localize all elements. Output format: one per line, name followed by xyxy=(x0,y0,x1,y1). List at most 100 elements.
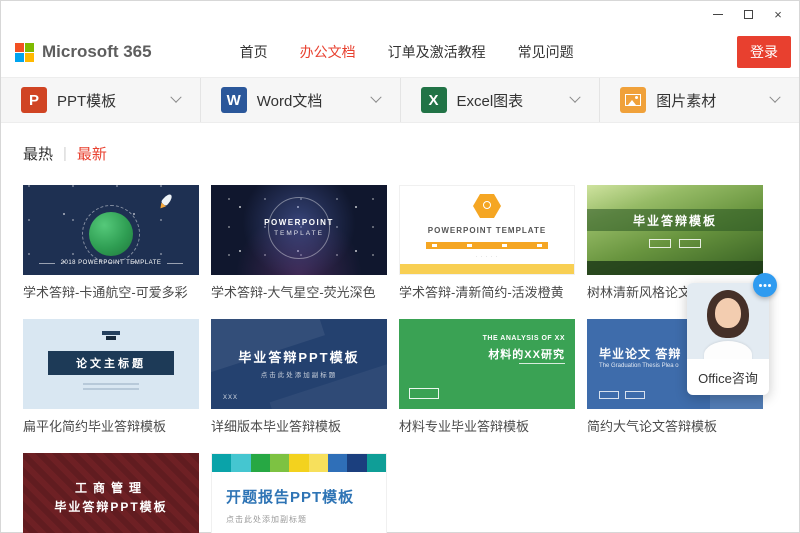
template-thumbnail[interactable]: 论文主标题 xyxy=(23,319,199,409)
thumb-text: POWERPOINT TEMPLATE xyxy=(211,218,387,237)
category-excel[interactable]: X Excel图表 xyxy=(401,78,601,122)
thumb-title: 毕业答辩PPT模板 xyxy=(211,347,387,366)
mountain-icon xyxy=(628,100,636,105)
template-title[interactable]: 材料专业毕业答辩模板 xyxy=(399,419,575,435)
template-card-2[interactable]: POWERPOINT TEMPLATE 学术答辩-大气星空-荧光深色 xyxy=(211,185,387,301)
template-grid: 2018 POWERPOINT TEMPLATE 学术答辩-卡通航空-可爱多彩 … xyxy=(1,185,799,533)
overlay-shape xyxy=(270,359,387,409)
powerpoint-icon: P xyxy=(21,87,47,113)
category-label: PPT模板 xyxy=(57,90,116,111)
avatar-face xyxy=(715,298,741,328)
rocket-icon xyxy=(157,193,173,211)
template-thumbnail[interactable]: POWERPOINT TEMPLATE xyxy=(211,185,387,275)
thumb-title: 开题报告PPT模板 xyxy=(226,486,386,507)
hexagon-dot-icon xyxy=(483,201,491,209)
thumb-boxes xyxy=(587,239,763,248)
template-title[interactable]: 学术答辩-清新简约-活泼橙黄 xyxy=(399,285,575,301)
avatar-body xyxy=(704,341,752,359)
template-title[interactable]: 详细版本毕业答辩模板 xyxy=(211,419,387,435)
template-thumbnail[interactable]: POWERPOINT TEMPLATE · · · · · xyxy=(399,185,575,275)
template-title[interactable]: 简约大气论文答辩模板 xyxy=(587,419,763,435)
chevron-down-icon xyxy=(570,92,581,103)
chevron-down-icon xyxy=(170,92,181,103)
close-icon: × xyxy=(774,8,782,21)
template-card-1[interactable]: 2018 POWERPOINT TEMPLATE 学术答辩-卡通航空-可爱多彩 xyxy=(23,185,199,301)
login-button[interactable]: 登录 xyxy=(737,36,791,68)
category-word[interactable]: W Word文档 xyxy=(201,78,401,122)
chevron-down-icon xyxy=(370,92,381,103)
title-bar: × xyxy=(1,1,799,27)
template-thumbnail[interactable]: 2018 POWERPOINT TEMPLATE xyxy=(23,185,199,275)
template-thumbnail[interactable]: 毕业答辩模板 xyxy=(587,185,763,275)
thumb-line2: 材料的XX研究 xyxy=(488,346,565,362)
maximize-button[interactable] xyxy=(733,4,763,24)
thumb-lines xyxy=(23,383,199,390)
microsoft-logo[interactable]: Microsoft 365 xyxy=(15,42,152,62)
maximize-icon xyxy=(744,10,753,19)
template-thumbnail[interactable]: THE ANALYSIS OF XX 材料的XX研究 xyxy=(399,319,575,409)
template-card-7[interactable]: THE ANALYSIS OF XX 材料的XX研究 材料专业毕业答辩模板 xyxy=(399,319,575,435)
minimize-button[interactable] xyxy=(703,4,733,24)
nav-orders-tutorials[interactable]: 订单及激活教程 xyxy=(388,42,486,62)
template-card-9[interactable]: 工商管理 毕业答辩PPT模板 xyxy=(23,453,199,533)
thumb-footer-band xyxy=(400,264,574,274)
main-nav: 首页 办公文档 订单及激活教程 常见问题 xyxy=(240,42,574,62)
nav-home[interactable]: 首页 xyxy=(240,42,268,62)
thumb-line1: THE ANALYSIS OF XX xyxy=(483,335,565,342)
nav-faq[interactable]: 常见问题 xyxy=(518,42,574,62)
thumb-bar xyxy=(426,242,548,249)
thumb-box xyxy=(409,388,439,399)
sort-filters: 最热 | 最新 xyxy=(23,143,799,163)
template-title[interactable]: 学术答辩-大气星空-荧光深色 xyxy=(211,285,387,301)
template-card-3[interactable]: POWERPOINT TEMPLATE · · · · · 学术答辩-清新简约-… xyxy=(399,185,575,301)
chevron-down-icon xyxy=(769,92,780,103)
graduation-cap-base-icon xyxy=(106,336,116,340)
category-label: Excel图表 xyxy=(457,90,524,111)
thumb-subtitle: The Graduation Thesis Plea o xyxy=(599,363,679,369)
earth-icon xyxy=(89,212,133,256)
filter-divider: | xyxy=(63,145,67,162)
thumb-title-banner: 论文主标题 xyxy=(48,351,175,375)
mosaic-strip xyxy=(212,454,386,472)
template-thumbnail[interactable]: 工商管理 毕业答辩PPT模板 xyxy=(23,453,199,533)
thumb-subtext: · · · · · xyxy=(400,254,574,260)
thumb-footer-band xyxy=(587,261,763,275)
thumb-title: 毕业论文 答辩 xyxy=(599,345,681,362)
header: Microsoft 365 首页 办公文档 订单及激活教程 常见问题 登录 xyxy=(1,27,799,77)
thumb-subtitle: 点击此处添加副标题 xyxy=(211,369,387,379)
template-thumbnail[interactable]: 毕业答辩PPT模板 点击此处添加副标题 XXX xyxy=(211,319,387,409)
thumb-line2: 毕业答辩PPT模板 xyxy=(23,498,199,515)
template-card-6[interactable]: 毕业答辩PPT模板 点击此处添加副标题 XXX 详细版本毕业答辩模板 xyxy=(211,319,387,435)
microsoft-logo-icon xyxy=(15,43,34,62)
chat-dots-icon xyxy=(759,284,762,287)
minimize-icon xyxy=(713,14,723,15)
image-icon xyxy=(620,87,646,113)
category-label: 图片素材 xyxy=(656,90,716,111)
logo-text: Microsoft 365 xyxy=(42,42,152,62)
template-thumbnail[interactable]: 开题报告PPT模板 点击此处添加副标题 xyxy=(211,453,387,533)
category-images[interactable]: 图片素材 xyxy=(600,78,799,122)
close-button[interactable]: × xyxy=(763,4,793,24)
word-icon: W xyxy=(221,87,247,113)
category-bar: P PPT模板 W Word文档 X Excel图表 图片素材 xyxy=(1,77,799,123)
chat-bubble-icon[interactable] xyxy=(753,273,777,297)
category-label: Word文档 xyxy=(257,90,323,111)
category-ppt[interactable]: P PPT模板 xyxy=(1,78,201,122)
thumb-subtitle: 点击此处添加副标题 xyxy=(226,514,386,525)
thumb-line1: 工商管理 xyxy=(23,479,199,496)
template-title[interactable]: 扁平化简约毕业答辩模板 xyxy=(23,419,199,435)
filter-hottest[interactable]: 最热 xyxy=(23,143,53,164)
template-card-10[interactable]: 开题报告PPT模板 点击此处添加副标题 xyxy=(211,453,387,533)
thumb-banner: 2018 POWERPOINT TEMPLATE xyxy=(23,260,199,266)
excel-icon: X xyxy=(421,87,447,113)
nav-office-docs[interactable]: 办公文档 xyxy=(300,42,356,62)
thumb-footer-text: XXX xyxy=(223,395,238,401)
template-title[interactable]: 学术答辩-卡通航空-可爱多彩 xyxy=(23,285,199,301)
customer-service-widget[interactable]: Office咨询 xyxy=(687,283,769,395)
filter-newest[interactable]: 最新 xyxy=(77,143,107,164)
template-card-5[interactable]: 论文主标题 扁平化简约毕业答辩模板 xyxy=(23,319,199,435)
thumb-title-band: 毕业答辩模板 xyxy=(587,209,763,231)
app-window: × Microsoft 365 首页 办公文档 订单及激活教程 常见问题 登录 … xyxy=(0,0,800,533)
graduation-cap-icon xyxy=(102,331,120,335)
thumb-title: POWERPOINT TEMPLATE xyxy=(400,226,574,235)
